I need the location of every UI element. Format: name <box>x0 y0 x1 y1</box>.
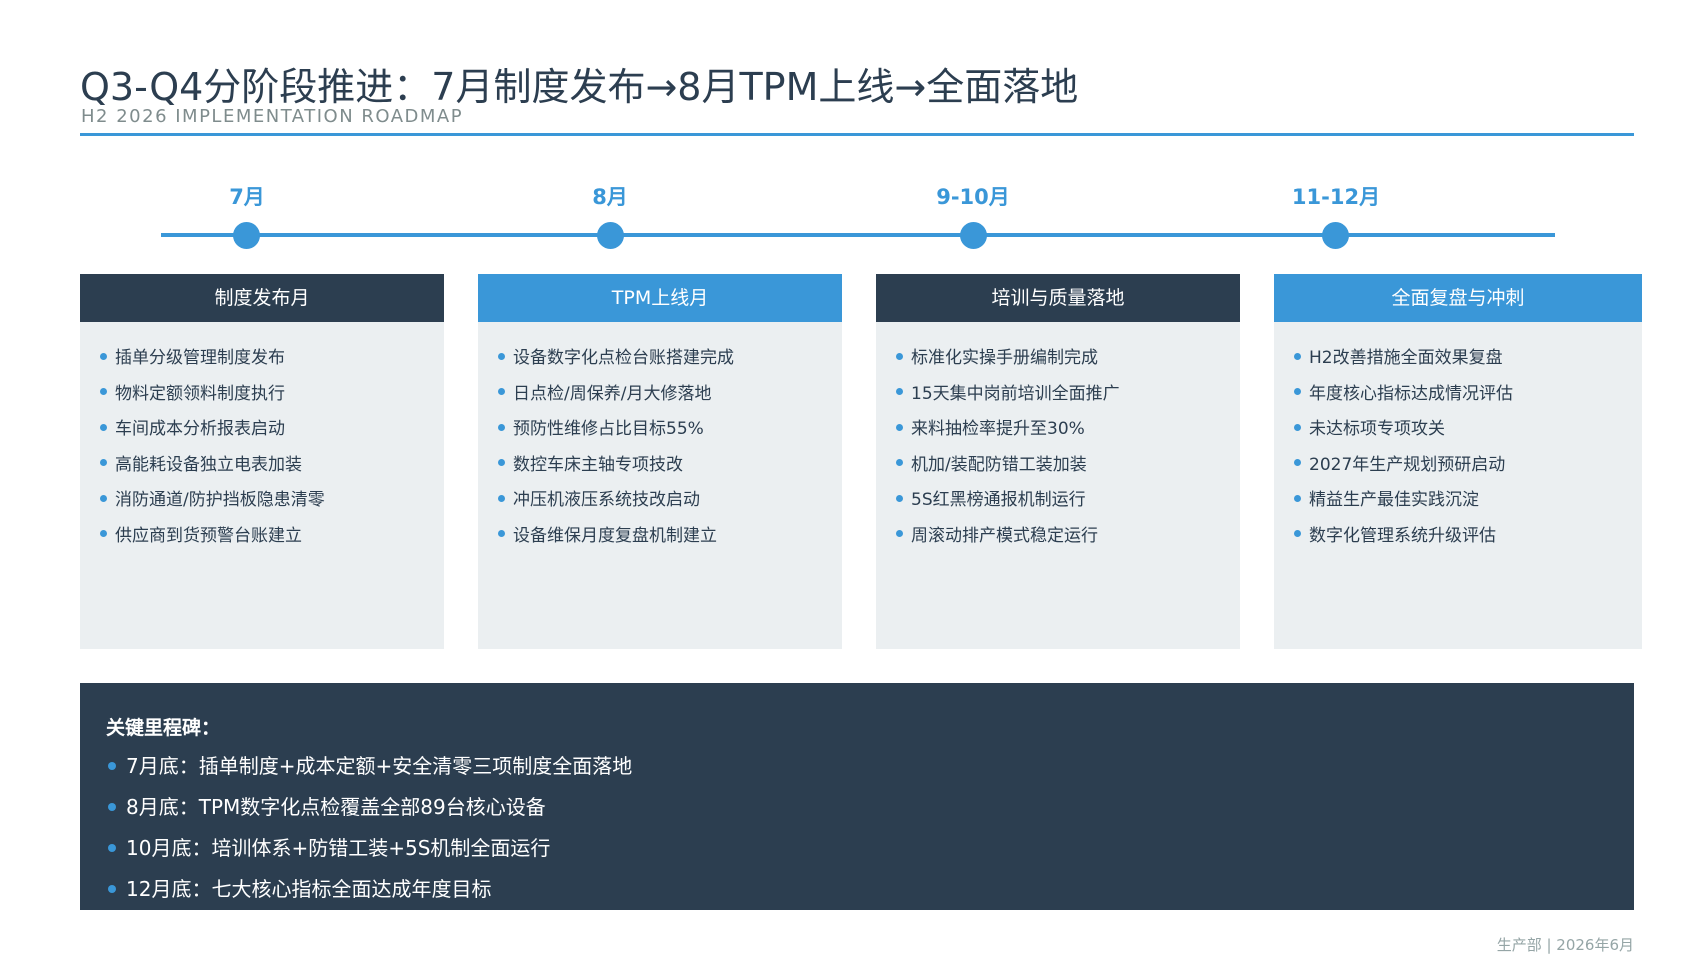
timeline-dot <box>233 222 260 249</box>
timeline-dot <box>960 222 987 249</box>
bullet-icon <box>108 802 116 811</box>
bullet-icon <box>100 423 107 431</box>
phase-item: 供应商到货预警台账建立 <box>100 526 444 562</box>
bullet-icon <box>498 459 505 467</box>
bullet-icon <box>896 388 903 396</box>
bullet-icon <box>896 494 903 502</box>
milestones-panel: 关键里程碑： 7月底：插单制度+成本定额+安全清零三项制度全面落地 8月底：TP… <box>80 683 1634 910</box>
milestone-item: 8月底：TPM数字化点检覆盖全部89台核心设备 <box>108 792 632 833</box>
phase-item: 15天集中岗前培训全面推广 <box>896 384 1240 420</box>
phase-item: 冲压机液压系统技改启动 <box>498 490 842 526</box>
phase-item: 来料抽检率提升至30% <box>896 419 1240 455</box>
phase-item: 预防性维修占比目标55% <box>498 419 842 455</box>
milestones-title: 关键里程碑： <box>106 717 221 739</box>
bullet-icon <box>1294 459 1301 467</box>
phase-item-list: 标准化实操手册编制完成 15天集中岗前培训全面推广 来料抽检率提升至30% 机加… <box>876 322 1240 562</box>
bullet-icon <box>1294 388 1301 396</box>
bullet-icon <box>896 459 903 467</box>
bullet-icon <box>100 388 107 396</box>
bullet-icon <box>1294 494 1301 502</box>
phase-card: 制度发布月 插单分级管理制度发布 物料定额领料制度执行 车间成本分析报表启动 高… <box>80 274 444 649</box>
phase-item: 高能耗设备独立电表加装 <box>100 455 444 491</box>
bullet-icon <box>498 352 505 360</box>
phase-item: 5S红黑榜通报机制运行 <box>896 490 1240 526</box>
milestone-item: 12月底：七大核心指标全面达成年度目标 <box>108 874 632 915</box>
bullet-icon <box>100 459 107 467</box>
bullet-icon <box>1294 530 1301 538</box>
phase-item: 标准化实操手册编制完成 <box>896 348 1240 384</box>
phase-item: 年度核心指标达成情况评估 <box>1294 384 1642 420</box>
milestone-item: 7月底：插单制度+成本定额+安全清零三项制度全面落地 <box>108 751 632 792</box>
page-subtitle: H2 2026 IMPLEMENTATION ROADMAP <box>81 106 464 127</box>
phase-item: 消防通道/防护挡板隐患清零 <box>100 490 444 526</box>
bullet-icon <box>498 388 505 396</box>
phase-card-title: 培训与质量落地 <box>876 274 1240 322</box>
phase-card: TPM上线月 设备数字化点检台账搭建完成 日点检/周保养/月大修落地 预防性维修… <box>478 274 842 649</box>
bullet-icon <box>108 761 116 770</box>
phase-item: 物料定额领料制度执行 <box>100 384 444 420</box>
phase-item: 设备数字化点检台账搭建完成 <box>498 348 842 384</box>
bullet-icon <box>498 423 505 431</box>
phase-item: 插单分级管理制度发布 <box>100 348 444 384</box>
bullet-icon <box>896 530 903 538</box>
timeline-month-label: 7月 <box>229 185 265 209</box>
phase-card-title: 制度发布月 <box>80 274 444 322</box>
phase-item: 车间成本分析报表启动 <box>100 419 444 455</box>
phase-card: 培训与质量落地 标准化实操手册编制完成 15天集中岗前培训全面推广 来料抽检率提… <box>876 274 1240 649</box>
phase-item: 2027年生产规划预研启动 <box>1294 455 1642 491</box>
bullet-icon <box>498 530 505 538</box>
bullet-icon <box>1294 423 1301 431</box>
bullet-icon <box>100 530 107 538</box>
bullet-icon <box>1294 352 1301 360</box>
phase-item-list: 插单分级管理制度发布 物料定额领料制度执行 车间成本分析报表启动 高能耗设备独立… <box>80 322 444 562</box>
timeline-dot <box>1322 222 1349 249</box>
phase-item-list: 设备数字化点检台账搭建完成 日点检/周保养/月大修落地 预防性维修占比目标55%… <box>478 322 842 562</box>
phase-item: 精益生产最佳实践沉淀 <box>1294 490 1642 526</box>
bullet-icon <box>108 884 116 893</box>
bullet-icon <box>100 352 107 360</box>
milestones-list: 7月底：插单制度+成本定额+安全清零三项制度全面落地 8月底：TPM数字化点检覆… <box>108 751 632 915</box>
bullet-icon <box>108 843 116 852</box>
phase-item: 日点检/周保养/月大修落地 <box>498 384 842 420</box>
title-divider <box>80 133 1634 136</box>
timeline-month-label: 11-12月 <box>1291 185 1381 209</box>
footer-text: 生产部 | 2026年6月 <box>1496 936 1634 954</box>
timeline-month-label: 9-10月 <box>936 185 1010 209</box>
phase-item: 设备维保月度复盘机制建立 <box>498 526 842 562</box>
phase-item: 数控车床主轴专项技改 <box>498 455 842 491</box>
timeline-dot <box>597 222 624 249</box>
bullet-icon <box>498 494 505 502</box>
phase-item: H2改善措施全面效果复盘 <box>1294 348 1642 384</box>
bullet-icon <box>100 494 107 502</box>
page-title: Q3-Q4分阶段推进：7月制度发布→8月TPM上线→全面落地 <box>80 65 1079 109</box>
phase-item: 机加/装配防错工装加装 <box>896 455 1240 491</box>
bullet-icon <box>896 423 903 431</box>
phase-item: 数字化管理系统升级评估 <box>1294 526 1642 562</box>
phase-card-title: TPM上线月 <box>478 274 842 322</box>
phase-item: 周滚动排产模式稳定运行 <box>896 526 1240 562</box>
bullet-icon <box>896 352 903 360</box>
phase-card-title: 全面复盘与冲刺 <box>1274 274 1642 322</box>
phase-item-list: H2改善措施全面效果复盘 年度核心指标达成情况评估 未达标项专项攻关 2027年… <box>1274 322 1642 562</box>
milestone-item: 10月底：培训体系+防错工装+5S机制全面运行 <box>108 833 632 874</box>
phase-item: 未达标项专项攻关 <box>1294 419 1642 455</box>
timeline-month-label: 8月 <box>592 185 628 209</box>
phase-card: 全面复盘与冲刺 H2改善措施全面效果复盘 年度核心指标达成情况评估 未达标项专项… <box>1274 274 1642 649</box>
